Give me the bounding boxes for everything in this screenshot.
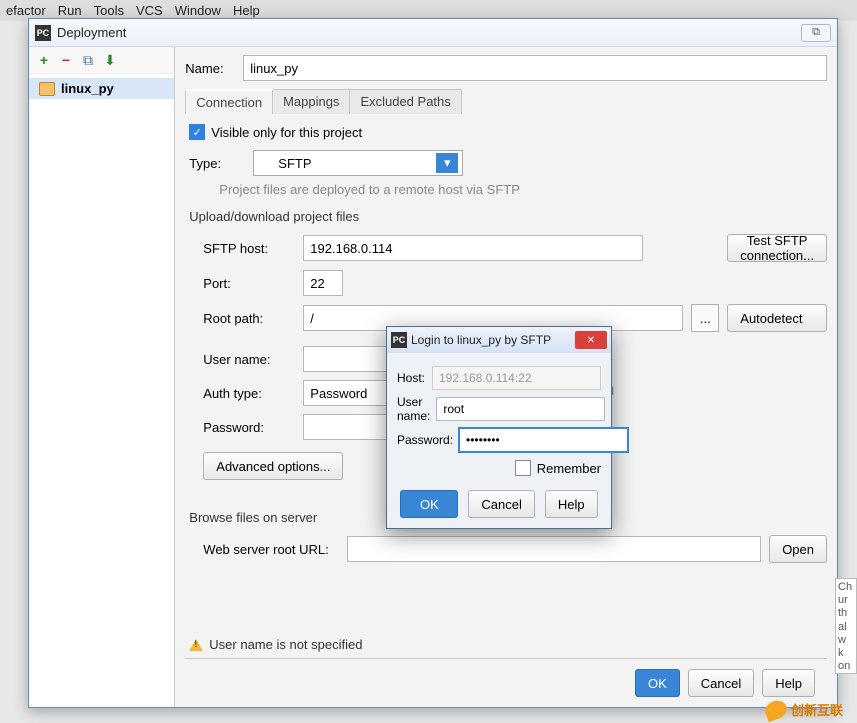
open-button[interactable]: Open xyxy=(769,535,827,563)
menu-window[interactable]: Window xyxy=(175,3,221,18)
type-select[interactable]: SFTP ▾ xyxy=(253,150,463,176)
name-input[interactable] xyxy=(243,55,827,81)
dialog-buttons: OK Cancel Help xyxy=(185,658,827,707)
login-title: Login to linux_py by SFTP xyxy=(411,333,575,347)
advanced-options-button[interactable]: Advanced options... xyxy=(203,452,343,480)
close-icon[interactable]: ✕ xyxy=(575,331,607,349)
port-input[interactable] xyxy=(303,270,343,296)
remember-checkbox[interactable] xyxy=(515,460,531,476)
warning-icon xyxy=(189,639,203,651)
watermark-logo: 创新互联 xyxy=(765,700,843,719)
sftp-host-label: SFTP host: xyxy=(203,241,295,256)
auth-type-label: Auth type: xyxy=(203,386,295,401)
menu-vcs[interactable]: VCS xyxy=(136,3,163,18)
port-label: Port: xyxy=(203,276,295,291)
side-tooltip-fragment: Ch ur th al w k on xyxy=(835,578,857,674)
type-hint: Project files are deployed to a remote h… xyxy=(219,182,823,197)
test-connection-button[interactable]: Test SFTP connection... xyxy=(727,234,827,262)
warning-row: User name is not specified xyxy=(185,631,366,658)
remove-icon[interactable]: − xyxy=(57,51,75,69)
login-cancel-button[interactable]: Cancel xyxy=(468,490,534,518)
help-button[interactable]: Help xyxy=(762,669,815,697)
login-username-input[interactable] xyxy=(436,397,605,421)
add-icon[interactable]: + xyxy=(35,51,53,69)
menu-refactor[interactable]: efactor xyxy=(6,3,46,18)
remember-label: Remember xyxy=(537,461,601,476)
window-title: Deployment xyxy=(57,25,801,40)
logo-text: 创新互联 xyxy=(791,700,843,719)
username-label: User name: xyxy=(203,352,295,367)
copy-icon[interactable]: ⧉ xyxy=(79,51,97,69)
browse-root-button[interactable]: ... xyxy=(691,304,719,332)
server-list-pane: + − ⧉ ⬇ linux_py xyxy=(29,47,175,707)
menu-help[interactable]: Help xyxy=(233,3,260,18)
type-label: Type: xyxy=(189,156,245,171)
tabs: Connection Mappings Excluded Paths xyxy=(185,89,827,114)
login-password-label: Password: xyxy=(397,433,453,447)
password-label: Password: xyxy=(203,420,295,435)
ok-button[interactable]: OK xyxy=(635,669,680,697)
autodetect-button[interactable]: Autodetect xyxy=(727,304,827,332)
titlebar: PC Deployment ⧉ xyxy=(29,19,837,47)
logo-icon xyxy=(763,697,790,721)
login-password-input[interactable] xyxy=(459,428,628,452)
root-path-label: Root path: xyxy=(203,311,295,326)
section-upload: Upload/download project files xyxy=(189,209,823,224)
close-button[interactable]: ⧉ xyxy=(801,24,831,42)
app-icon: PC xyxy=(35,25,51,41)
menu-tools[interactable]: Tools xyxy=(94,3,124,18)
chevron-down-icon: ▾ xyxy=(436,153,458,173)
tab-mappings[interactable]: Mappings xyxy=(272,89,350,114)
server-item-label: linux_py xyxy=(61,81,114,96)
login-host-input xyxy=(432,366,601,390)
type-value: SFTP xyxy=(278,156,311,171)
web-root-input[interactable] xyxy=(347,536,761,562)
server-tree: linux_py xyxy=(29,74,174,103)
server-toolbar: + − ⧉ ⬇ xyxy=(29,47,174,74)
server-icon xyxy=(39,82,55,96)
cancel-button[interactable]: Cancel xyxy=(688,669,754,697)
tab-excluded[interactable]: Excluded Paths xyxy=(349,89,461,114)
login-ok-button[interactable]: OK xyxy=(400,490,458,518)
web-root-label: Web server root URL: xyxy=(203,542,339,557)
server-item-linux_py[interactable]: linux_py xyxy=(29,78,174,99)
login-help-button[interactable]: Help xyxy=(545,490,598,518)
login-titlebar: PC Login to linux_py by SFTP ✕ xyxy=(387,327,611,353)
sftp-host-input[interactable] xyxy=(303,235,643,261)
app-icon: PC xyxy=(391,332,407,348)
warning-text: User name is not specified xyxy=(209,637,362,652)
login-dialog: PC Login to linux_py by SFTP ✕ Host: Use… xyxy=(386,326,612,529)
name-label: Name: xyxy=(185,61,235,76)
sftp-icon xyxy=(258,157,272,169)
deploy-icon[interactable]: ⬇ xyxy=(101,51,119,69)
visible-label: Visible only for this project xyxy=(211,125,362,140)
visible-checkbox[interactable]: ✓ xyxy=(189,124,205,140)
menu-run[interactable]: Run xyxy=(58,3,82,18)
tab-connection[interactable]: Connection xyxy=(185,89,273,114)
login-host-label: Host: xyxy=(397,371,426,385)
login-username-label: User name: xyxy=(397,395,430,423)
